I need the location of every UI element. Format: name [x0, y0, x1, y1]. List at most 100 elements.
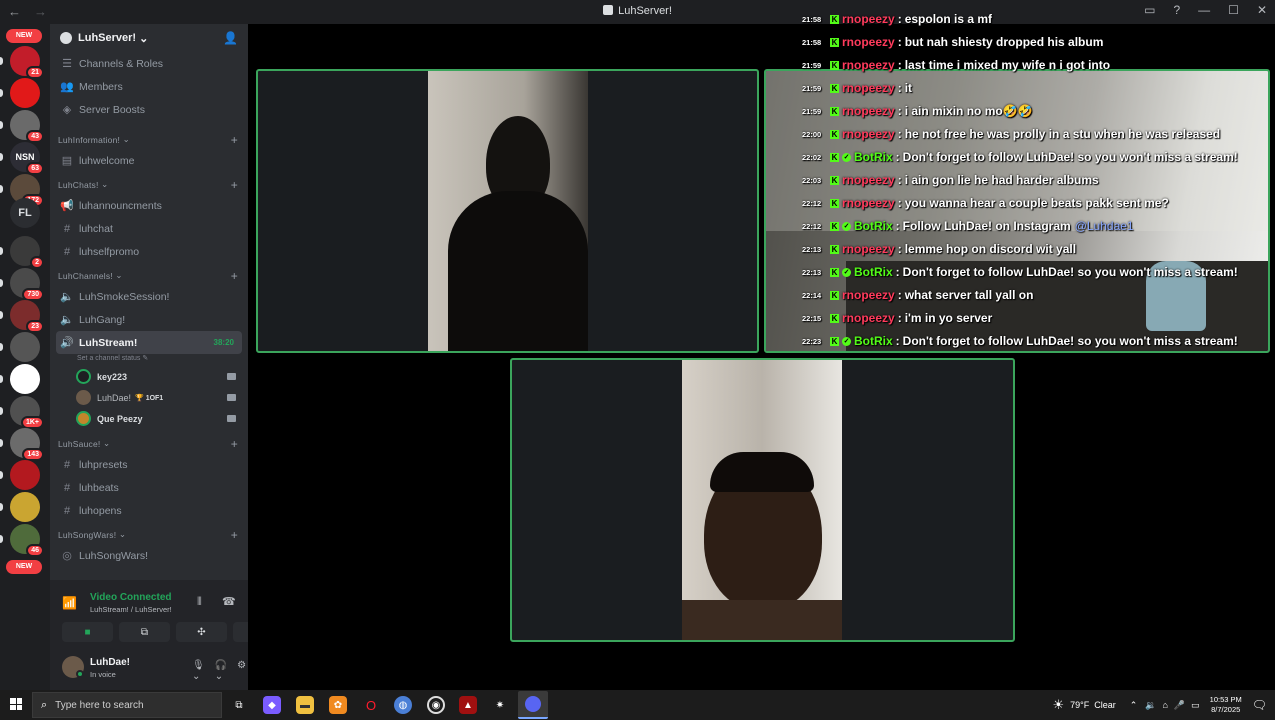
voice-user[interactable]: key223: [50, 366, 248, 387]
device-icon[interactable]: ⌂: [1162, 700, 1167, 710]
category-luhinformation[interactable]: LuhInformation! ⌄ +: [50, 127, 248, 149]
server-icon[interactable]: [10, 492, 40, 522]
category-luhsauce[interactable]: LuhSauce! ⌄ +: [50, 431, 248, 453]
chat-text: Don't forget to follow LuhDae! so you wo…: [902, 150, 1238, 164]
task-view-icon[interactable]: ⧉: [230, 696, 248, 714]
activities-button[interactable]: ✣: [176, 622, 227, 642]
voice-user[interactable]: LuhDae! 🏆 1OF1: [50, 387, 248, 408]
category-luhsongwars[interactable]: LuhSongWars! ⌄ +: [50, 522, 248, 544]
clock[interactable]: 10:53 PM 8/7/2025: [1210, 695, 1242, 715]
channel-luhchat[interactable]: # luhchat: [50, 217, 248, 240]
server-icon[interactable]: 1K+: [10, 396, 44, 429]
channel-label: luhchat: [79, 222, 113, 235]
screen-share-button[interactable]: ⧉: [119, 622, 170, 642]
server-icon[interactable]: 143: [10, 428, 44, 461]
app-icon[interactable]: ◉: [427, 696, 445, 714]
channel-status[interactable]: Set a channel status ✎: [50, 354, 248, 366]
unread-indicator: [0, 375, 3, 383]
server-icon[interactable]: 23: [10, 300, 44, 333]
channel-luhannouncments[interactable]: 📢 luhannouncments: [50, 194, 248, 217]
channel-luhselfpromo[interactable]: # luhselfpromo: [50, 240, 248, 263]
chat-message: 22:02 K ✓ BotRix: Don't forget to follow Lu…: [802, 147, 1238, 167]
taskbar-search[interactable]: ⌕ Type here to search: [32, 692, 222, 718]
unread-indicator: [0, 343, 3, 351]
fl-studio-icon[interactable]: ✿: [329, 696, 347, 714]
voice-status-subtitle[interactable]: LuhStream! / LuhServer!: [90, 605, 172, 614]
weather-text[interactable]: 79°F Clear: [1070, 700, 1116, 710]
stage-channel-luhsongwars[interactable]: ◎ LuhSongWars!: [50, 544, 248, 567]
noise-suppression-icon[interactable]: ⦀: [197, 596, 202, 609]
server-header[interactable]: LuhServer! ⌄ 👤: [50, 24, 248, 52]
members-item[interactable]: 👥 Members: [50, 75, 248, 98]
server-icon[interactable]: [10, 332, 40, 362]
server-icon[interactable]: NSN 63: [10, 142, 44, 175]
server-name: LuhServer!: [78, 32, 137, 44]
voice-channel-luhstream[interactable]: 🔊 LuhStream! 38:20: [56, 331, 242, 354]
browser-icon[interactable]: ◍: [394, 696, 412, 714]
voice-user[interactable]: Que Peezy: [50, 408, 248, 429]
settings-gear-icon[interactable]: ⚙: [237, 660, 246, 682]
network-icon[interactable]: ▭: [1191, 700, 1200, 711]
hash-icon: #: [63, 245, 71, 258]
chat-username: rnopeezy: [842, 12, 895, 26]
camera-button[interactable]: ■: [62, 622, 113, 642]
new-servers-pill[interactable]: NEW: [6, 29, 42, 43]
server-boosts-item[interactable]: ◈ Server Boosts: [50, 98, 248, 121]
discord-taskbar-icon[interactable]: [518, 691, 548, 719]
discord-logo-icon: [525, 696, 541, 712]
opera-icon[interactable]: O: [362, 696, 380, 714]
headphones-icon[interactable]: 🎧⌄: [215, 660, 227, 682]
new-servers-pill[interactable]: NEW: [6, 560, 42, 574]
tray-chevron-icon[interactable]: ⌃: [1130, 700, 1138, 711]
stage-icon: ◎: [62, 550, 72, 562]
unread-indicator: [0, 471, 3, 479]
voice-channel-luhsmokesession[interactable]: 🔈 LuhSmokeSession!: [50, 285, 248, 308]
server-icon[interactable]: [10, 364, 40, 394]
user-panel[interactable]: LuhDae! In voice 🎙⌄ 🎧⌄ ⚙: [56, 652, 246, 686]
tool-icon[interactable]: ✷: [491, 696, 509, 714]
weather-icon[interactable]: ☀: [1052, 697, 1064, 713]
channels-roles-item[interactable]: ☰ Channels & Roles: [50, 52, 248, 75]
add-channel-icon[interactable]: +: [231, 179, 238, 191]
windows-start-icon[interactable]: [10, 698, 22, 710]
chat-mention[interactable]: @Luhdae1: [1075, 219, 1134, 233]
video-tile-top-left[interactable]: [256, 69, 759, 353]
channel-luhopens[interactable]: # luhopens: [50, 499, 248, 522]
server-icon[interactable]: 730: [10, 268, 44, 301]
mic-tray-icon[interactable]: 🎤: [1174, 700, 1185, 711]
server-icon[interactable]: [10, 460, 40, 490]
copilot-icon[interactable]: ◆: [263, 696, 281, 714]
notifications-icon[interactable]: 🗨: [1252, 698, 1267, 712]
add-channel-icon[interactable]: +: [231, 270, 238, 282]
server-icon[interactable]: 43: [10, 110, 44, 143]
server-icon[interactable]: [10, 78, 40, 108]
disconnect-icon[interactable]: ☎: [222, 595, 236, 608]
chat-separator: :: [897, 288, 902, 302]
channel-luhwelcome[interactable]: ▤ luhwelcome: [50, 149, 248, 172]
chat-text: i ain mixin no mo🤣🤣: [904, 104, 1033, 118]
camera-icon: [227, 415, 236, 422]
voice-status-title[interactable]: Video Connected: [90, 592, 172, 603]
microphone-icon[interactable]: 🎙⌄: [192, 660, 205, 682]
channel-luhpresets[interactable]: # luhpresets: [50, 453, 248, 476]
add-channel-icon[interactable]: +: [231, 438, 238, 450]
voice-channel-luhgang[interactable]: 🔈 LuhGang!: [50, 308, 248, 331]
server-icon-fl[interactable]: FL: [10, 198, 40, 228]
add-channel-icon[interactable]: +: [231, 134, 238, 146]
video-tile-bottom[interactable]: [510, 358, 1015, 642]
category-luhchats[interactable]: LuhChats! ⌄ +: [50, 172, 248, 194]
voice-user-name: key223: [97, 371, 128, 382]
signal-icon[interactable]: 📶: [62, 596, 77, 610]
add-user-icon[interactable]: 👤: [223, 31, 238, 45]
chat-message: 21:58 Krnopeezy: espolon is a mf: [802, 9, 992, 29]
channel-luhbeats[interactable]: # luhbeats: [50, 476, 248, 499]
file-explorer-icon[interactable]: ▬: [296, 696, 314, 714]
volume-icon[interactable]: 🔉: [1145, 700, 1156, 711]
game-icon[interactable]: ▲: [459, 696, 477, 714]
chat-message: 21:59 Krnopeezy: it: [802, 78, 912, 98]
server-icon[interactable]: 46: [10, 524, 44, 557]
add-channel-icon[interactable]: +: [231, 529, 238, 541]
server-icon[interactable]: 2: [10, 236, 44, 269]
server-icon[interactable]: 21: [10, 46, 44, 79]
category-luhchannels[interactable]: LuhChannels! ⌄ +: [50, 263, 248, 285]
